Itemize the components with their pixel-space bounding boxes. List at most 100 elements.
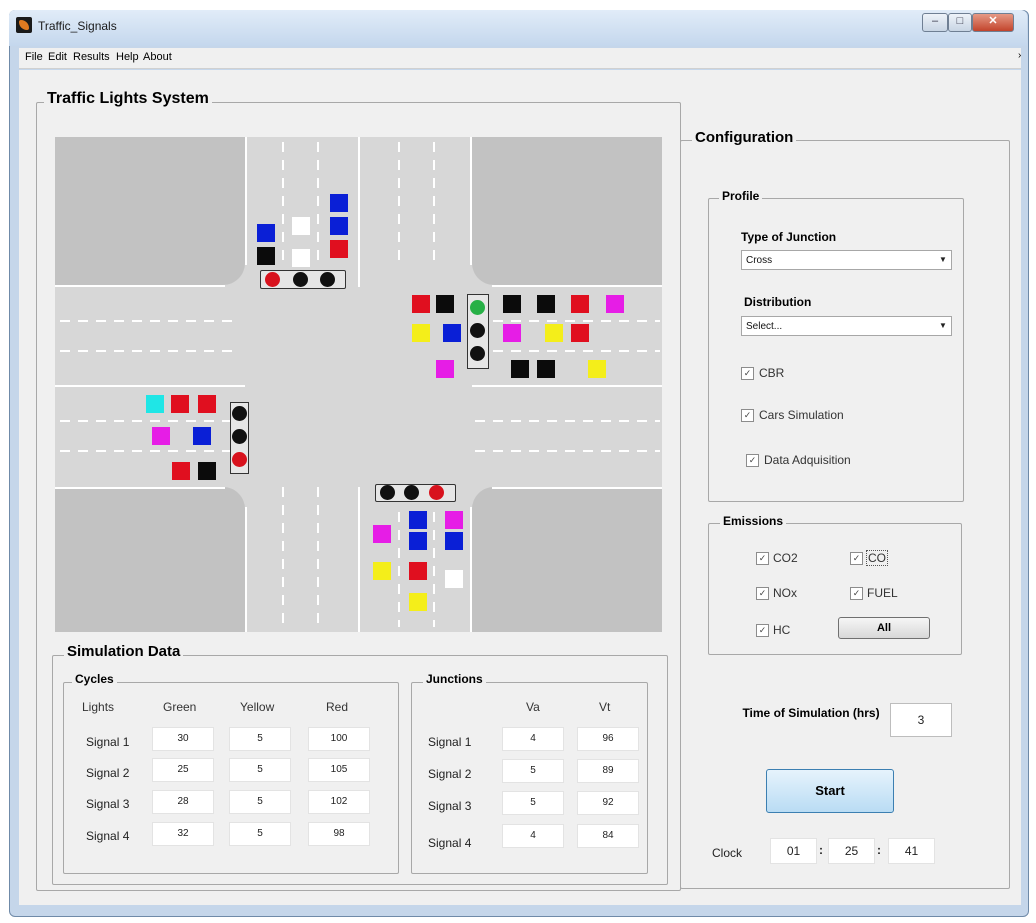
block-nw <box>55 137 245 285</box>
co-label: CO <box>866 550 888 566</box>
signal-4-green[interactable]: 32 <box>152 822 214 846</box>
start-button[interactable]: Start <box>766 769 894 813</box>
hc-checkbox[interactable]: ✓ <box>756 624 769 637</box>
col-lights: Lights <box>82 700 115 714</box>
car <box>436 295 454 313</box>
menu-results[interactable]: Results <box>73 51 110 63</box>
signal-4-red[interactable]: 98 <box>308 822 370 846</box>
data-adquisition-checkbox[interactable]: ✓ <box>746 454 759 467</box>
signal-3-red[interactable]: 102 <box>308 790 370 814</box>
car <box>503 295 521 313</box>
junction-type-select[interactable]: Cross ▼ <box>741 250 952 270</box>
edge-line <box>492 285 662 287</box>
signal-2-red[interactable]: 105 <box>308 758 370 782</box>
minimize-button[interactable]: – <box>922 13 948 32</box>
distribution-select[interactable]: Select... ▼ <box>741 316 952 336</box>
app-icon <box>16 17 32 33</box>
intersection-map <box>55 137 662 632</box>
car <box>443 324 461 342</box>
hc-label: HC <box>773 623 791 637</box>
window-title: Traffic_Signals <box>38 19 117 33</box>
car <box>152 427 170 445</box>
clock-separator: : <box>877 843 881 857</box>
signal-1-vt[interactable]: 96 <box>577 727 639 751</box>
distribution-value: Select... <box>746 321 783 332</box>
block-sw <box>55 487 245 632</box>
signal-1-green[interactable]: 30 <box>152 727 214 751</box>
title-bar <box>9 10 1027 46</box>
cbr-checkbox[interactable]: ✓ <box>741 367 754 380</box>
co2-checkbox[interactable]: ✓ <box>756 552 769 565</box>
col-va: Va <box>526 700 540 714</box>
menu-file[interactable]: File <box>25 51 43 63</box>
signal-3-vt[interactable]: 92 <box>577 791 639 815</box>
nox-checkbox[interactable]: ✓ <box>756 587 769 600</box>
lane-dash <box>317 142 319 262</box>
menu-about[interactable]: About <box>143 51 172 63</box>
emissions-title: Emissions <box>720 514 787 528</box>
data-adquisition-label: Data Adquisition <box>764 453 851 467</box>
junction-signal-2-label: Signal 2 <box>428 767 472 781</box>
col-yellow: Yellow <box>240 700 275 714</box>
lane-dash <box>60 420 240 422</box>
clock-hours: 01 <box>770 838 817 864</box>
menu-help[interactable]: Help <box>116 51 139 63</box>
signal-2-va[interactable]: 5 <box>502 759 564 783</box>
menu-overflow-icon[interactable]: › <box>1018 50 1021 61</box>
car <box>193 427 211 445</box>
lamp <box>265 272 280 287</box>
car <box>171 395 189 413</box>
clock-separator: : <box>819 843 823 857</box>
car <box>198 462 216 480</box>
lane-dash <box>433 142 435 262</box>
menu-edit[interactable]: Edit <box>48 51 67 63</box>
all-button[interactable]: All <box>838 617 930 639</box>
car <box>330 240 348 258</box>
clock-label: Clock <box>712 846 743 860</box>
time-of-simulation-input[interactable]: 3 <box>890 703 952 737</box>
lane-dash <box>60 320 240 322</box>
close-button[interactable]: ✕ <box>972 13 1014 32</box>
signal-1-va[interactable]: 4 <box>502 727 564 751</box>
car <box>436 360 454 378</box>
signal-2-yellow[interactable]: 5 <box>229 758 291 782</box>
clock-minutes: 25 <box>828 838 875 864</box>
junction-type-label: Type of Junction <box>741 230 837 244</box>
profile-title: Profile <box>719 189 763 203</box>
signal-4-yellow[interactable]: 5 <box>229 822 291 846</box>
cbr-label: CBR <box>759 366 785 380</box>
signal-2-vt[interactable]: 89 <box>577 759 639 783</box>
time-of-simulation-label: Time of Simulation (hrs) <box>742 706 880 720</box>
signal-3-green[interactable]: 28 <box>152 790 214 814</box>
car <box>412 295 430 313</box>
configuration-title: Configuration <box>692 129 797 146</box>
center-line <box>55 385 245 387</box>
chevron-down-icon: ▼ <box>939 321 947 330</box>
edge-line <box>470 507 472 632</box>
co-checkbox[interactable]: ✓ <box>850 552 863 565</box>
signal-4-vt[interactable]: 84 <box>577 824 639 848</box>
signal-3-va[interactable]: 5 <box>502 791 564 815</box>
car <box>503 324 521 342</box>
edge-line <box>245 507 247 632</box>
car <box>409 532 427 550</box>
edge-line <box>245 137 247 265</box>
nox-label: NOx <box>773 586 797 600</box>
signal-1-red[interactable]: 100 <box>308 727 370 751</box>
cars-simulation-checkbox[interactable]: ✓ <box>741 409 754 422</box>
traffic-light-north <box>260 270 346 289</box>
junction-signal-1-label: Signal 1 <box>428 735 472 749</box>
signal-4-va[interactable]: 4 <box>502 824 564 848</box>
signal-3-yellow[interactable]: 5 <box>229 790 291 814</box>
cycle-signal-4-label: Signal 4 <box>86 829 130 843</box>
car <box>545 324 563 342</box>
car <box>330 217 348 235</box>
car <box>146 395 164 413</box>
maximize-button[interactable]: □ <box>948 13 972 32</box>
signal-1-yellow[interactable]: 5 <box>229 727 291 751</box>
car <box>292 249 310 267</box>
car <box>445 570 463 588</box>
fuel-checkbox[interactable]: ✓ <box>850 587 863 600</box>
car <box>198 395 216 413</box>
signal-2-green[interactable]: 25 <box>152 758 214 782</box>
